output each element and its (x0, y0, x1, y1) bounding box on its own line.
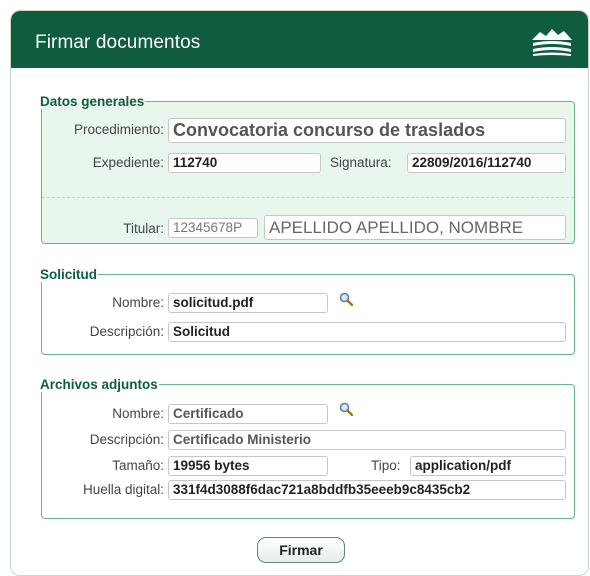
adjunto-descripcion-field[interactable]: Certificado Ministerio (168, 430, 566, 450)
solicitud-legend: Solicitud (40, 267, 97, 282)
solicitud-nombre-label: Nombre: (112, 295, 164, 310)
adjunto-descripcion-label: Descripción: (89, 432, 164, 447)
datos-generales-legend: Datos generales (40, 94, 145, 109)
adjunto-magnifier-icon[interactable] (339, 402, 353, 416)
adjunto-nombre-field[interactable]: Certificado (168, 404, 328, 424)
firmar-documentos-dialog: Firmar documentos Datos generales Proced… (10, 10, 589, 576)
titular-id-field[interactable]: 12345678P (168, 218, 258, 238)
window-title: Firmar documentos (35, 32, 201, 53)
solicitud-nombre-field[interactable]: solicitud.pdf (168, 293, 328, 313)
huella-label: Huella digital: (82, 482, 164, 497)
datos-generales-section: Datos generales Procedimiento: Convocato… (40, 94, 575, 244)
solicitud-descripcion-field[interactable]: Solicitud (168, 322, 566, 342)
junta-logo-icon (532, 29, 572, 56)
signatura-label: Signatura: (330, 155, 392, 170)
adjunto-nombre-label: Nombre: (112, 406, 164, 421)
tipo-label: Tipo: (371, 458, 401, 473)
section-divider (42, 197, 574, 198)
expediente-label: Expediente: (92, 155, 164, 170)
solicitud-magnifier-icon[interactable] (339, 292, 353, 306)
solicitud-descripcion-label: Descripción: (89, 324, 164, 339)
solicitud-section: Solicitud Nombre: solicitud.pdf Descripc… (40, 267, 575, 355)
signatura-field[interactable]: 22809/2016/112740 (407, 153, 566, 173)
tipo-field[interactable]: application/pdf (410, 456, 566, 476)
procedimiento-label: Procedimiento: (73, 122, 164, 137)
title-bar: Firmar documentos (11, 11, 588, 68)
procedimiento-field[interactable]: Convocatoria concurso de traslados (168, 118, 566, 143)
firmar-button[interactable]: Firmar (257, 537, 345, 563)
expediente-field[interactable]: 112740 (168, 153, 321, 173)
titular-name-field[interactable]: APELLIDO APELLIDO, NOMBRE (264, 215, 566, 240)
tamano-label: Tamaño: (112, 458, 164, 473)
titular-label: Titular: (123, 221, 164, 236)
archivos-adjuntos-legend: Archivos adjuntos (40, 377, 158, 392)
archivos-adjuntos-section: Archivos adjuntos Nombre: Certificado De… (40, 377, 575, 519)
tamano-field[interactable]: 19956 bytes (168, 456, 328, 476)
huella-field[interactable]: 331f4d3088f6dac721a8bddfb35eeeb9c8435cb2 (168, 480, 566, 500)
